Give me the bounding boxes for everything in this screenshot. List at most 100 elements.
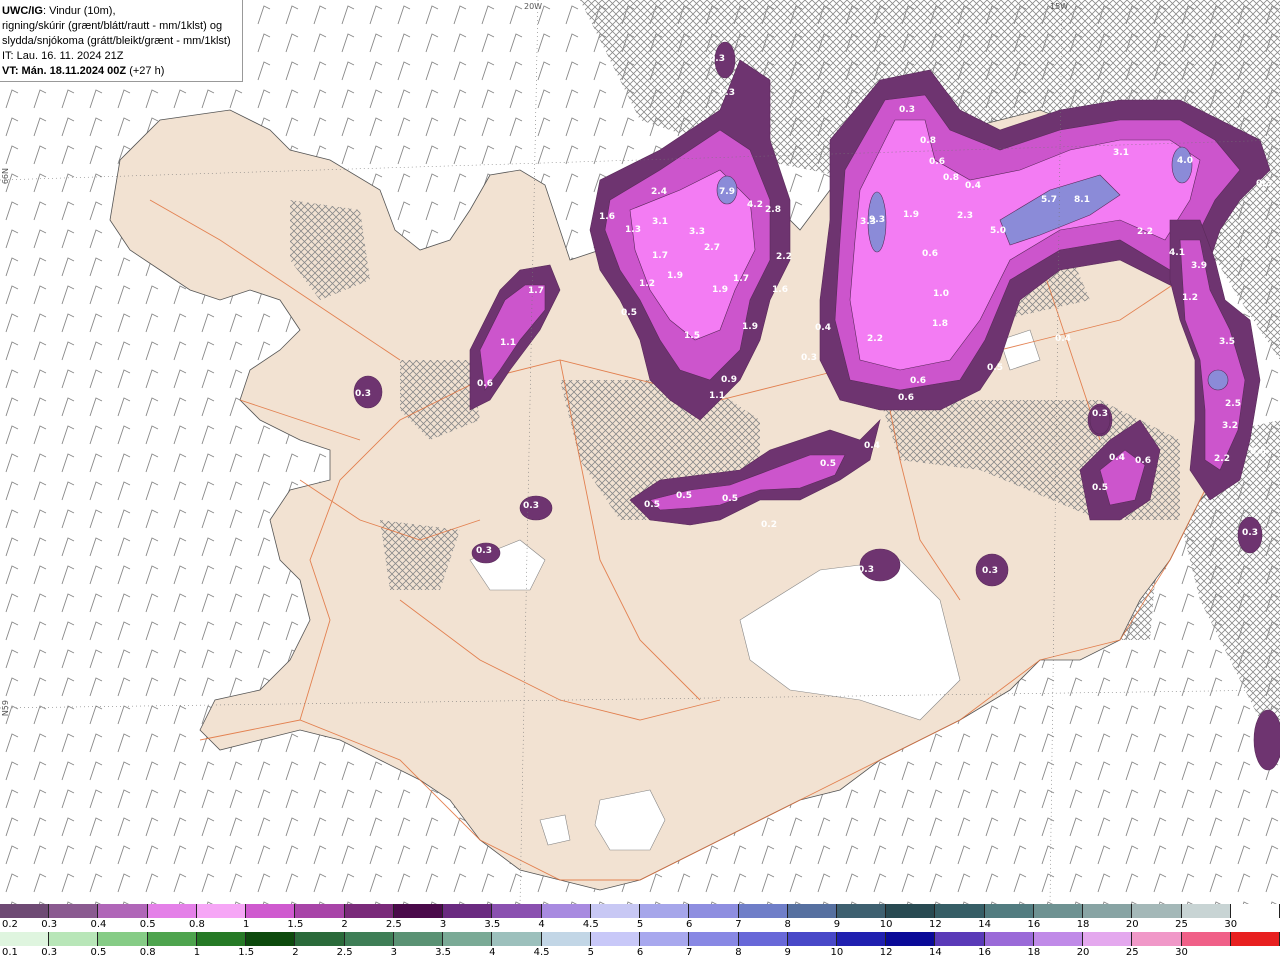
legend-swatch [1230, 904, 1280, 918]
legend-tick-label: 16 [1027, 919, 1041, 930]
legend-tick-label: 0.3 [41, 919, 58, 930]
legend-tick-label: 0.8 [139, 947, 156, 958]
legend-swatch [541, 932, 591, 946]
precip-value-label: 4.0 [1177, 156, 1193, 166]
legend-swatch [393, 932, 444, 946]
legend-swatch [443, 904, 493, 918]
legend-tick-label: 4.5 [582, 919, 599, 930]
legend-tick-label: 0.2 [2, 919, 18, 930]
legend-tick-label: 16 [978, 947, 991, 958]
valid-time-rest: (+27 h) [126, 65, 165, 77]
precip-value-label: 0.3 [801, 353, 817, 363]
precip-value-label: 0.5 [820, 459, 836, 469]
precip-value-label: 0.5 [676, 491, 692, 501]
precip-value-label: 1.1 [709, 391, 725, 401]
lon-label-15w: 15W [1050, 2, 1069, 11]
legend-swatch [1181, 932, 1231, 946]
legend-tick-label: 8 [735, 947, 742, 958]
legend-tick-label: 5 [587, 947, 594, 958]
precip-value-label: 0.5 [722, 494, 738, 504]
legend-swatch [935, 932, 985, 946]
precip-value-label: 2.2 [776, 252, 792, 262]
legend-tick-label: 4 [489, 947, 496, 958]
legend-swatch [1181, 904, 1231, 918]
legend-swatch [295, 904, 345, 918]
legend-tick-label: 30 [1224, 919, 1238, 930]
precip-value-label: 1.1 [500, 338, 516, 348]
weather-map: 0.3 0.3 1.6 2.4 3.1 1.3 3.3 7.9 4.2 2.8 2.7 1.7 1.9 2… [0, 0, 1280, 904]
legend-swatch [836, 904, 887, 918]
legend-swatch [984, 904, 1034, 918]
precip-value-label: 3.1 [652, 217, 668, 227]
precip-value-label: 0.5 [621, 308, 637, 318]
legend-swatch [147, 904, 197, 918]
legend-tick-label: 3.5 [484, 919, 501, 930]
precip-value-label: 1.6 [772, 285, 788, 295]
legend-tick-label: 1 [193, 947, 201, 958]
legend-swatch [541, 904, 591, 918]
precip-value-label: 1.9 [903, 210, 919, 220]
precip-value-label: 0.4 [815, 323, 831, 333]
legend-swatch [1083, 932, 1133, 946]
legend-swatch [393, 904, 444, 918]
precip-value-label: 1.2 [1182, 293, 1198, 303]
legend-swatch [886, 904, 936, 918]
precip-value-label: 9.3 [869, 215, 885, 225]
precip-value-label: 0.3 [858, 565, 874, 575]
precip-value-label: 0.3 [355, 389, 371, 399]
legend-swatch [147, 932, 197, 946]
legend-tick-label: 0.8 [188, 919, 205, 930]
legend-tick-label: 5 [636, 919, 644, 930]
precip-value-label: 2.4 [651, 187, 667, 197]
legend-swatch [246, 932, 296, 946]
legend-tick-label: 25 [1125, 947, 1139, 958]
legend-tick-label: 3 [439, 919, 447, 930]
title-line-3: slydda/snjókoma (grátt/bleikt/grænt - mm… [2, 35, 231, 47]
legend-tick-label: 7 [735, 919, 742, 930]
legend-tick-label: 4 [538, 919, 545, 930]
legend-swatch [49, 932, 99, 946]
legend-snow-labels: 0.2 0.3 0.4 0.5 0.8 1 1.5 2 2.5 3 3.5 4 4.5 5 6 7 8 9 10 12… [0, 919, 1280, 931]
title-line-1: UWC/IG: Vindur (10m), [2, 4, 240, 19]
precip-value-label: 1.3 [625, 225, 641, 235]
legend-swatch [640, 932, 690, 946]
legend-swatch [1132, 932, 1182, 946]
valid-time-bold: VT: Mán. 18.11.2024 00Z [2, 65, 127, 77]
legend-swatch [98, 932, 148, 946]
precip-value-label: 1.9 [667, 271, 683, 281]
precip-value-label: 0.3 [1256, 179, 1272, 189]
legend-tick-label: 10 [830, 947, 844, 958]
lon-label-20w: 20W [524, 2, 543, 11]
precip-value-label: 3.1 [1113, 148, 1129, 158]
legend-swatch [689, 932, 739, 946]
legend-tick-label: 20 [1076, 947, 1090, 958]
legend-swatch [492, 904, 542, 918]
legend-tick-label: 18 [1027, 947, 1041, 958]
precip-value-label: 3.2 [1222, 421, 1238, 431]
precip-value-label: 0.5 [1092, 483, 1108, 493]
legend-swatch [1132, 904, 1182, 918]
legend-tick-label: 1.5 [287, 919, 304, 930]
precip-value-label: 0.3 [899, 105, 915, 115]
legend-swatch [492, 932, 542, 946]
precip-value-label: 0.5 [987, 363, 1003, 373]
legend-swatch [246, 904, 296, 918]
precip-value-label: 2.5 [1225, 399, 1241, 409]
legend-tick-label: 14 [978, 919, 991, 930]
precip-value-label: 1.2 [639, 279, 655, 289]
precip-value-label: 0.3 [982, 566, 998, 576]
legend-tick-label: 2 [341, 919, 348, 930]
title-line-2: rigning/skúrir (grænt/blátt/rautt - mm/1… [2, 20, 223, 32]
precip-value-label: 0.5 [644, 500, 660, 510]
precip-value-label: 0.6 [898, 393, 914, 403]
legend-tick-label: 8 [784, 919, 791, 930]
precip-value-label: 0.8 [920, 136, 936, 146]
legend-tick-label: 1 [242, 919, 250, 930]
precip-value-label: 2.3 [957, 211, 973, 221]
init-time: IT: Lau. 16. 11. 2024 21Z [2, 50, 124, 62]
legend-swatch [295, 932, 345, 946]
legend-swatch [344, 904, 394, 918]
legend-snow-colorbar [0, 904, 1280, 918]
legend-tick-label: 0.3 [41, 947, 58, 958]
precip-value-label: 5.7 [1041, 195, 1057, 205]
